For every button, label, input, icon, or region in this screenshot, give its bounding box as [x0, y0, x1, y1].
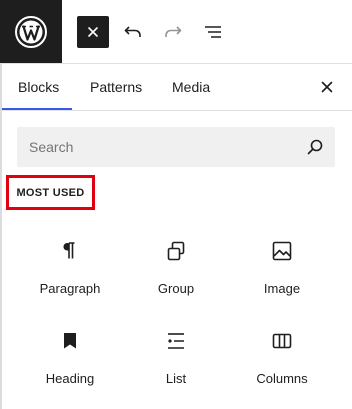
- list-view-icon: [205, 26, 221, 38]
- tab-blocks[interactable]: Blocks: [18, 64, 59, 110]
- inserter-tabs: Blocks Patterns Media: [2, 64, 352, 111]
- undo-button[interactable]: [117, 16, 149, 48]
- block-group[interactable]: Group: [121, 239, 231, 319]
- document-overview-button[interactable]: [197, 16, 229, 48]
- heading-bookmark-icon: [64, 333, 76, 349]
- tab-patterns[interactable]: Patterns: [90, 64, 142, 110]
- tab-media[interactable]: Media: [172, 64, 210, 110]
- group-icon: [167, 241, 185, 261]
- columns-icon: [272, 333, 292, 349]
- search-icon[interactable]: [305, 137, 325, 157]
- image-icon: [272, 241, 292, 261]
- redo-icon: [165, 26, 182, 37]
- wordpress-logo-button[interactable]: [0, 0, 62, 63]
- active-tab-indicator: [2, 108, 72, 110]
- block-label: Image: [263, 281, 301, 296]
- list-icon: [168, 333, 184, 349]
- close-icon: [321, 81, 333, 93]
- panel-border: [0, 64, 2, 409]
- block-label: Paragraph: [39, 281, 101, 296]
- block-image[interactable]: Image: [227, 239, 337, 319]
- search-input[interactable]: [17, 127, 297, 167]
- paragraph-icon: [63, 242, 75, 259]
- undo-icon: [124, 26, 141, 37]
- search-field: [17, 127, 335, 167]
- block-label: List: [165, 371, 187, 386]
- wordpress-logo-icon: [15, 15, 47, 48]
- close-inserter-button[interactable]: [77, 16, 109, 48]
- block-label: Group: [157, 281, 195, 296]
- close-icon: [88, 27, 98, 37]
- close-panel-button[interactable]: [316, 76, 338, 98]
- block-columns[interactable]: Columns: [227, 329, 337, 409]
- block-list[interactable]: List: [121, 329, 231, 409]
- block-label: Columns: [256, 371, 308, 386]
- editor-toolbar: [0, 0, 352, 64]
- block-heading[interactable]: Heading: [15, 329, 125, 409]
- block-label: Heading: [45, 371, 95, 386]
- redo-button[interactable]: [157, 16, 189, 48]
- block-paragraph[interactable]: Paragraph: [15, 239, 125, 319]
- most-used-heading: MOST USED: [6, 175, 95, 210]
